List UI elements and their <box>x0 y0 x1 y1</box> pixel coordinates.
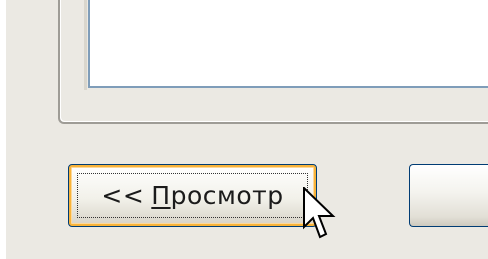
preview-list-box[interactable] <box>84 0 488 90</box>
preview-button[interactable]: << Просмотр <box>68 164 317 227</box>
second-button[interactable] <box>409 164 488 227</box>
preview-button-label: << Просмотр <box>101 181 283 210</box>
preview-button-text: росмотр <box>170 181 284 210</box>
preview-button-access-key: П <box>151 181 171 210</box>
arrow-pointer-icon <box>303 187 336 239</box>
preview-button-prefix: << <box>101 181 145 210</box>
